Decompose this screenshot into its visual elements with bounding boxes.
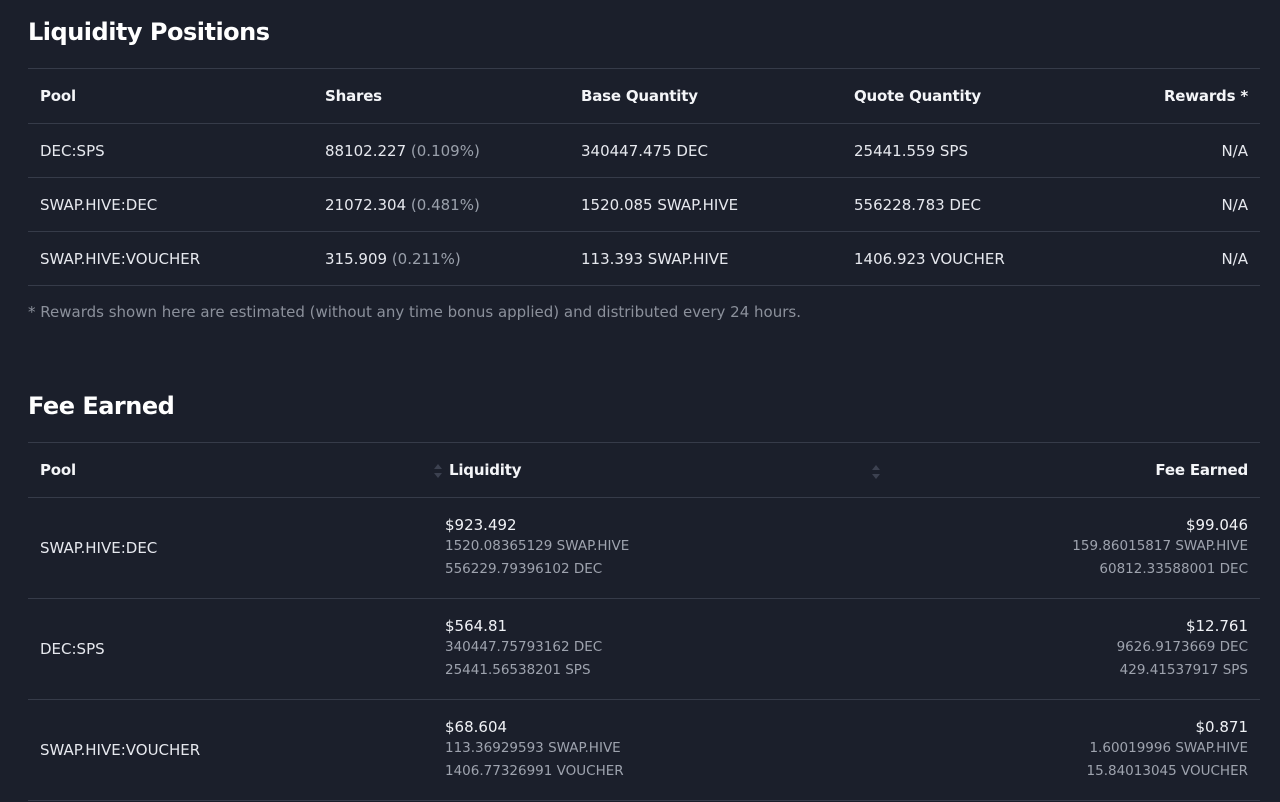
fee-usd: $99.046: [1185, 516, 1248, 534]
column-header-fee-earned[interactable]: Fee Earned: [863, 443, 1260, 498]
fee-earned-title: Fee Earned: [28, 392, 175, 420]
column-header-rewards[interactable]: Rewards *: [1102, 69, 1260, 124]
base-quantity: 340447.475 DEC: [581, 141, 708, 160]
sort-icon[interactable]: [871, 464, 881, 480]
column-header-pool[interactable]: Pool: [28, 69, 313, 124]
table-header-row: Pool Shares Base Quantity Quote Quantity…: [28, 69, 1260, 124]
liquidity-token-b: 25441.56538201 SPS: [445, 662, 591, 678]
rewards-value: N/A: [1221, 195, 1248, 214]
liquidity-usd: $68.604: [445, 718, 508, 736]
liquidity-cell: $923.492 1520.08365129 SWAP.HIVE 556229.…: [433, 498, 863, 599]
table-row: SWAP.HIVE:VOUCHER $68.604 113.36929593 S…: [28, 700, 1260, 801]
table-row: SWAP.HIVE:DEC 21072.304 (0.481%) 1520.08…: [28, 178, 1260, 232]
fee-cell: $99.046 159.86015817 SWAP.HIVE 60812.335…: [863, 498, 1260, 599]
pool-name: SWAP.HIVE:VOUCHER: [40, 249, 201, 268]
fee-token-a: 159.86015817 SWAP.HIVE: [1072, 538, 1248, 554]
base-quantity: 113.393 SWAP.HIVE: [581, 249, 729, 268]
pool-name: SWAP.HIVE:DEC: [40, 539, 158, 557]
fee-token-b: 15.84013045 VOUCHER: [1086, 763, 1248, 779]
liquidity-token-a: 113.36929593 SWAP.HIVE: [445, 740, 621, 756]
liquidity-cell: $68.604 113.36929593 SWAP.HIVE 1406.7732…: [433, 700, 863, 801]
shares-cell: 88102.227 (0.109%): [313, 124, 569, 178]
shares-value: 21072.304: [325, 195, 407, 214]
table-header-row: Pool Liquidity Fee Earned: [28, 443, 1260, 498]
liquidity-token-b: 556229.79396102 DEC: [445, 561, 603, 577]
column-header-liquidity-label: Liquidity: [449, 461, 522, 479]
column-header-pool[interactable]: Pool: [28, 443, 433, 498]
pool-name: SWAP.HIVE:DEC: [40, 195, 158, 214]
base-quantity: 1520.085 SWAP.HIVE: [581, 195, 739, 214]
column-header-shares[interactable]: Shares: [313, 69, 569, 124]
shares-value: 315.909: [325, 249, 388, 268]
pool-name: DEC:SPS: [40, 141, 105, 160]
shares-percent: (0.211%): [391, 249, 461, 268]
shares-percent: (0.481%): [410, 195, 480, 214]
liquidity-token-b: 1406.77326991 VOUCHER: [445, 763, 624, 779]
table-row: DEC:SPS $564.81 340447.75793162 DEC 2544…: [28, 599, 1260, 700]
table-row: DEC:SPS 88102.227 (0.109%) 340447.475 DE…: [28, 124, 1260, 178]
pool-name: SWAP.HIVE:VOUCHER: [40, 741, 201, 759]
liquidity-positions-table: Pool Shares Base Quantity Quote Quantity…: [28, 68, 1260, 286]
quote-quantity: 556228.783 DEC: [854, 195, 981, 214]
shares-percent: (0.109%): [410, 141, 480, 160]
fee-token-a: 9626.9173669 DEC: [1116, 639, 1248, 655]
fee-cell: $0.871 1.60019996 SWAP.HIVE 15.84013045 …: [863, 700, 1260, 801]
shares-cell: 21072.304 (0.481%): [313, 178, 569, 232]
column-header-fee-earned-label: Fee Earned: [1155, 460, 1248, 479]
fee-earned-table: Pool Liquidity Fee Earned SWAP.HIVE:DEC …: [28, 442, 1260, 801]
fee-token-a: 1.60019996 SWAP.HIVE: [1089, 740, 1248, 756]
table-row: SWAP.HIVE:VOUCHER 315.909 (0.211%) 113.3…: [28, 232, 1260, 286]
liquidity-positions-title: Liquidity Positions: [28, 18, 270, 46]
sort-icon[interactable]: [433, 463, 443, 479]
shares-cell: 315.909 (0.211%): [313, 232, 569, 286]
fee-cell: $12.761 9626.9173669 DEC 429.41537917 SP…: [863, 599, 1260, 700]
quote-quantity: 1406.923 VOUCHER: [854, 249, 1005, 268]
pool-name: DEC:SPS: [40, 640, 105, 658]
fee-usd: $0.871: [1195, 718, 1249, 736]
rewards-footnote: * Rewards shown here are estimated (with…: [28, 303, 801, 321]
liquidity-usd: $923.492: [445, 516, 517, 534]
rewards-value: N/A: [1221, 249, 1248, 268]
liquidity-cell: $564.81 340447.75793162 DEC 25441.565382…: [433, 599, 863, 700]
column-header-quote-quantity[interactable]: Quote Quantity: [842, 69, 1102, 124]
quote-quantity: 25441.559 SPS: [854, 141, 968, 160]
fee-token-b: 60812.33588001 DEC: [1099, 561, 1248, 577]
fee-token-b: 429.41537917 SPS: [1119, 662, 1248, 678]
liquidity-token-a: 1520.08365129 SWAP.HIVE: [445, 538, 630, 554]
table-row: SWAP.HIVE:DEC $923.492 1520.08365129 SWA…: [28, 498, 1260, 599]
shares-value: 88102.227: [325, 141, 407, 160]
fee-usd: $12.761: [1185, 617, 1248, 635]
liquidity-token-a: 340447.75793162 DEC: [445, 639, 603, 655]
page: Liquidity Positions Pool Shares Base Qua…: [0, 0, 1280, 802]
liquidity-usd: $564.81: [445, 617, 508, 635]
column-header-liquidity[interactable]: Liquidity: [433, 443, 863, 498]
column-header-base-quantity[interactable]: Base Quantity: [569, 69, 842, 124]
rewards-value: N/A: [1221, 141, 1248, 160]
